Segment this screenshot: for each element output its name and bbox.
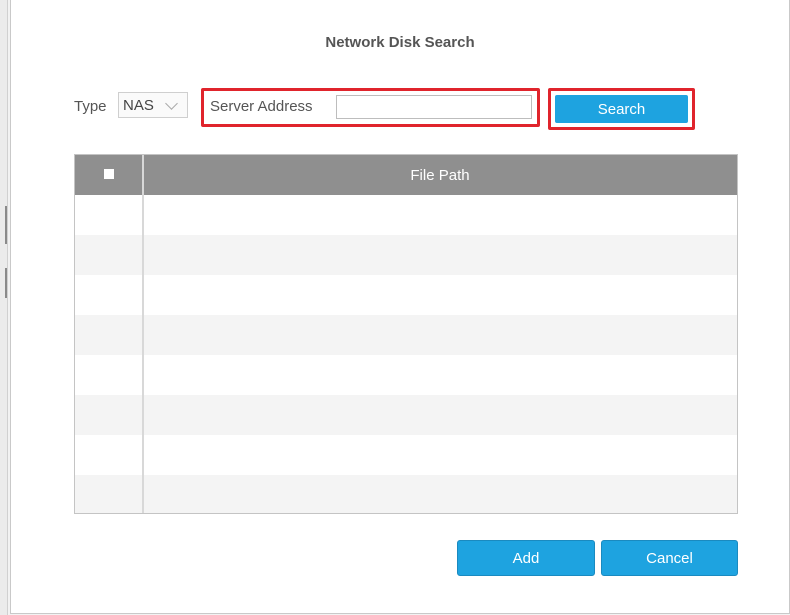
table-row bbox=[75, 315, 737, 355]
table-row bbox=[75, 235, 737, 275]
table-row bbox=[75, 475, 737, 513]
server-address-label: Server Address bbox=[210, 98, 313, 115]
table-body bbox=[75, 195, 737, 513]
file-path-table: File Path bbox=[74, 154, 738, 514]
type-select[interactable]: NAS bbox=[118, 92, 188, 118]
column-divider bbox=[142, 155, 144, 513]
edge-marker bbox=[5, 206, 7, 244]
cancel-button[interactable]: Cancel bbox=[601, 540, 738, 576]
select-all-checkbox[interactable] bbox=[104, 169, 114, 179]
table-row bbox=[75, 435, 737, 475]
network-disk-search-dialog: Network Disk Search Type NAS Server Addr… bbox=[10, 0, 790, 614]
edge-marker bbox=[5, 268, 7, 298]
table-row bbox=[75, 395, 737, 435]
table-row bbox=[75, 195, 737, 235]
server-address-highlight: Server Address bbox=[201, 88, 540, 127]
table-row bbox=[75, 355, 737, 395]
file-path-column-header: File Path bbox=[410, 167, 470, 184]
chevron-down-icon bbox=[165, 97, 178, 110]
table-header: File Path bbox=[75, 155, 737, 195]
table-row bbox=[75, 275, 737, 315]
server-address-input[interactable] bbox=[336, 95, 532, 119]
add-button[interactable]: Add bbox=[457, 540, 595, 576]
type-label: Type bbox=[74, 98, 107, 115]
search-button[interactable]: Search bbox=[555, 95, 688, 123]
dialog-title: Network Disk Search bbox=[325, 34, 475, 51]
background-window-edge bbox=[0, 0, 8, 615]
type-select-value: NAS bbox=[123, 97, 154, 114]
search-button-highlight: Search bbox=[548, 88, 695, 130]
